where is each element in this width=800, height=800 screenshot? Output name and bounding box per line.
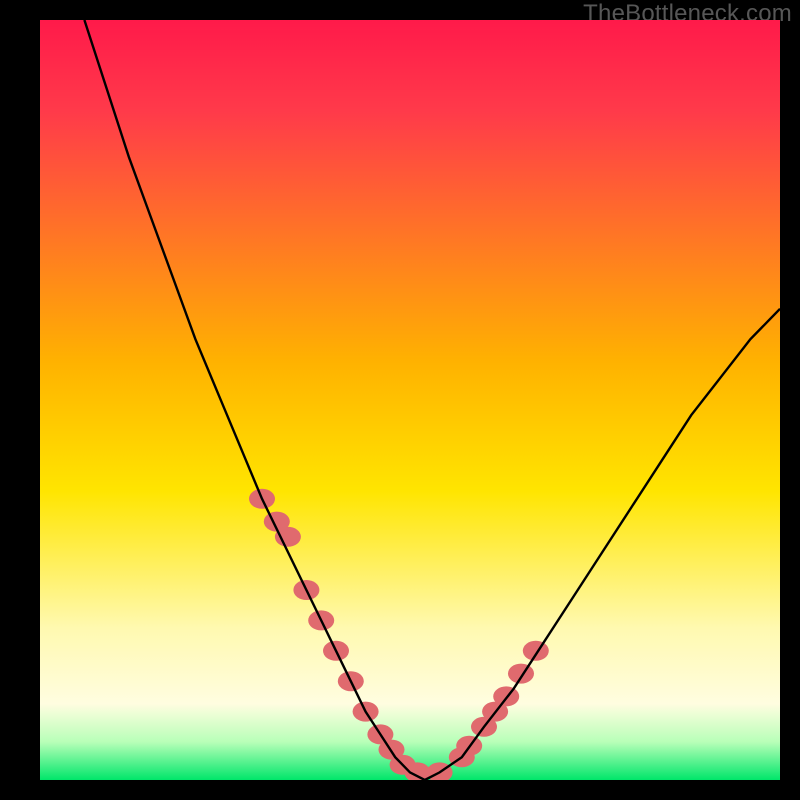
curve-marker [508, 664, 534, 684]
chart-stage: TheBottleneck.com [0, 0, 800, 800]
gradient-background [40, 20, 780, 780]
curve-marker [275, 527, 301, 547]
curve-marker [523, 641, 549, 661]
bottleneck-chart [40, 20, 780, 780]
